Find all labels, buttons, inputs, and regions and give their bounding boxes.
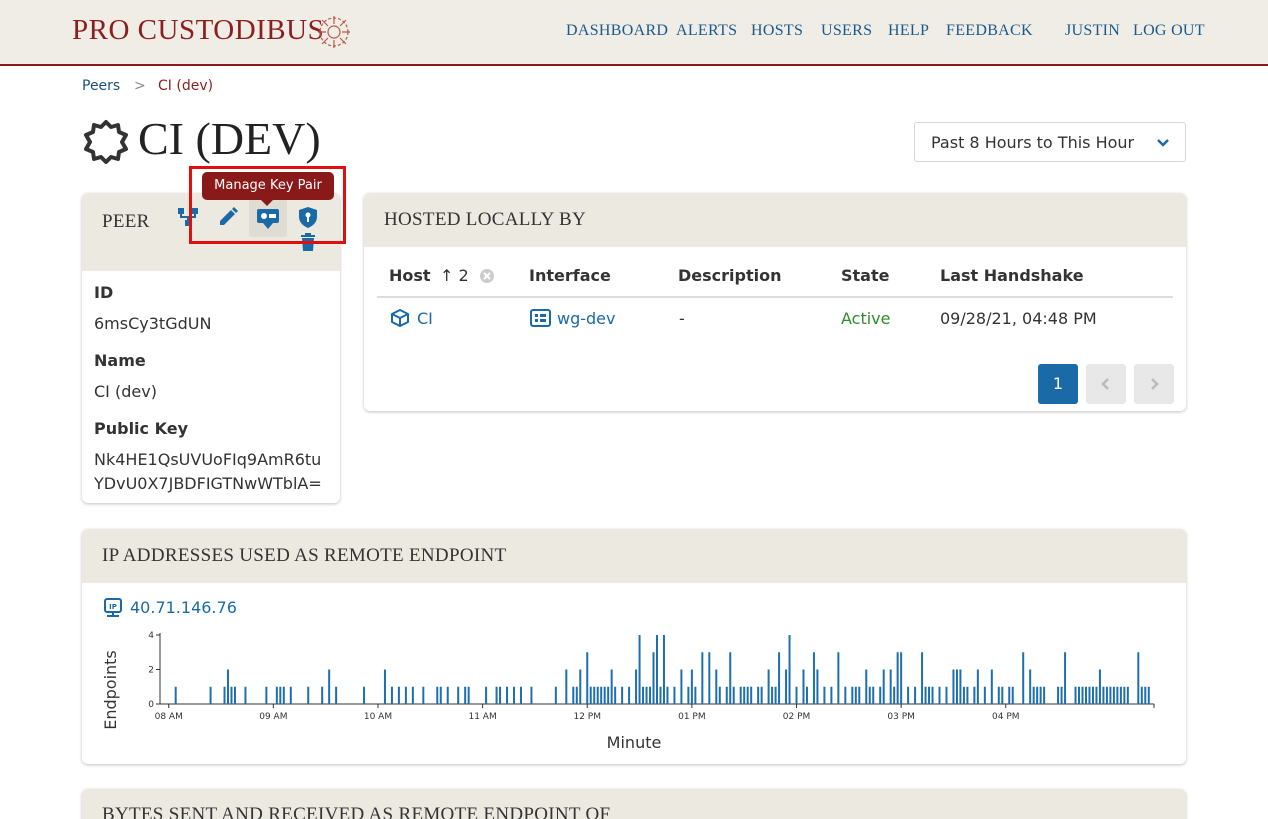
nav-hosts[interactable]: HOSTS xyxy=(751,22,803,40)
page-title: CI (DEV) xyxy=(138,113,321,164)
col-description[interactable]: Description xyxy=(678,266,781,285)
pagination-prev-button[interactable] xyxy=(1086,364,1126,404)
hosted-card-header: HOSTED LOCALLY BY xyxy=(364,193,1186,247)
chevron-right-icon xyxy=(1151,378,1159,390)
brand-logo-icon[interactable] xyxy=(310,10,358,54)
nav-logout[interactable]: LOG OUT xyxy=(1133,22,1205,40)
interface-link[interactable]: wg-dev xyxy=(557,309,615,328)
public-key-line-1: Nk4HE1QsUVUoFIq9AmR6tu xyxy=(94,450,322,469)
brand-name[interactable]: PRO CUSTODIBUS xyxy=(72,14,324,47)
col-host[interactable]: Host xyxy=(389,266,431,285)
time-range-value: Past 8 Hours to This Hour xyxy=(931,133,1135,152)
sort-indicator[interactable]: ↑ 2 xyxy=(440,266,469,285)
peer-gear-icon xyxy=(84,120,128,164)
host-cube-icon xyxy=(391,309,409,327)
description-cell: - xyxy=(679,309,685,328)
chevron-down-icon xyxy=(1157,139,1169,147)
ip-card-header: IP ADDRESSES USED AS REMOTE ENDPOINT xyxy=(82,529,1186,583)
id-label: ID xyxy=(94,283,114,302)
ip-address-icon: IP xyxy=(104,598,122,617)
peer-card-title: PEER xyxy=(102,211,150,232)
top-navbar: PRO CUSTODIBUS DASHBOARD ALERTS HOSTS US… xyxy=(0,0,1268,66)
nav-feedback[interactable]: FEEDBACK xyxy=(946,22,1033,40)
highlight-box xyxy=(189,166,346,244)
col-interface[interactable]: Interface xyxy=(529,266,611,285)
name-value: CI (dev) xyxy=(94,382,157,401)
ip-card-title: IP ADDRESSES USED AS REMOTE ENDPOINT xyxy=(102,545,507,566)
interface-icon xyxy=(530,309,551,327)
pagination-next-button[interactable] xyxy=(1134,364,1174,404)
breadcrumb-current: CI (dev) xyxy=(158,78,214,94)
last-handshake-cell: 09/28/21, 04:48 PM xyxy=(940,309,1097,328)
bytes-card-title: BYTES SENT AND RECEIVED AS REMOTE ENDPOI… xyxy=(102,804,611,819)
nav-users[interactable]: USERS xyxy=(821,22,872,40)
table-header-divider xyxy=(377,296,1173,298)
ip-address-link[interactable]: 40.71.146.76 xyxy=(130,598,237,617)
ip-addresses-card: IP ADDRESSES USED AS REMOTE ENDPOINT xyxy=(82,529,1186,764)
col-last-handshake[interactable]: Last Handshake xyxy=(940,266,1084,285)
nav-user-account[interactable]: JUSTIN xyxy=(1065,22,1120,40)
bytes-sent-received-card: BYTES SENT AND RECEIVED AS REMOTE ENDPOI… xyxy=(82,789,1186,819)
hosted-card-title: HOSTED LOCALLY BY xyxy=(384,209,586,230)
public-key-line-2: YDvU0X7JBDFIGTNwWTblA= xyxy=(94,474,322,493)
id-value: 6msCy3tGdUN xyxy=(94,314,212,333)
bytes-card-header: BYTES SENT AND RECEIVED AS REMOTE ENDPOI… xyxy=(82,789,1186,819)
breadcrumb-separator: > xyxy=(134,78,146,94)
nav-dashboard[interactable]: DASHBOARD xyxy=(566,22,668,40)
breadcrumb-peers-link[interactable]: Peers xyxy=(82,78,120,94)
state-cell: Active xyxy=(841,309,891,328)
pagination-page-1[interactable]: 1 xyxy=(1038,364,1078,404)
chevron-left-icon xyxy=(1101,378,1109,390)
svg-text:IP: IP xyxy=(109,603,117,611)
clear-sort-icon[interactable] xyxy=(479,268,495,284)
time-range-select[interactable]: Past 8 Hours to This Hour xyxy=(914,122,1186,162)
public-key-label: Public Key xyxy=(94,419,188,438)
col-state[interactable]: State xyxy=(841,266,889,285)
nav-help[interactable]: HELP xyxy=(888,22,929,40)
host-link[interactable]: CI xyxy=(417,309,433,328)
name-label: Name xyxy=(94,351,146,370)
nav-alerts[interactable]: ALERTS xyxy=(676,22,737,40)
